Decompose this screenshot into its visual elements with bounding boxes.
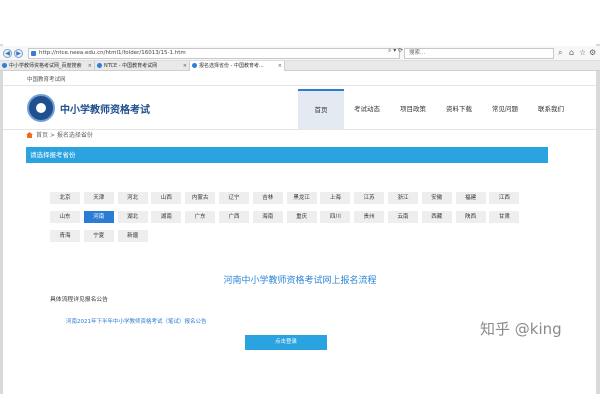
province-button[interactable]: 甘肃 bbox=[489, 211, 520, 223]
close-icon[interactable]: × bbox=[278, 61, 282, 71]
flow-subtitle: 具体流程详见报名公告 bbox=[50, 297, 108, 303]
tab-bar: 中小学教师资格考试网_百度搜索 × NTCE - 中国教育考试网 × 报名选择省… bbox=[0, 61, 600, 71]
site-title: 中小学教师资格考试 bbox=[60, 105, 150, 116]
login-button[interactable]: 点击登录 bbox=[245, 335, 327, 350]
home-breadcrumb-icon bbox=[26, 132, 33, 138]
province-button[interactable]: 安徽 bbox=[421, 192, 452, 204]
url-text: http://ntce.neea.edu.cn/html1/folder/160… bbox=[39, 50, 186, 56]
close-icon[interactable]: × bbox=[183, 61, 187, 71]
province-button[interactable]: 宁夏 bbox=[83, 230, 114, 242]
tab-favicon-icon bbox=[192, 63, 197, 68]
province-button[interactable]: 陕西 bbox=[455, 211, 486, 223]
address-bar: ◀ ▶ http://ntce.neea.edu.cn/html1/folder… bbox=[0, 46, 600, 61]
province-button[interactable]: 山东 bbox=[50, 211, 80, 223]
province-button[interactable]: 四川 bbox=[320, 211, 351, 223]
home-icon[interactable]: ⌂ bbox=[569, 48, 574, 58]
nav-exam-news[interactable]: 考试动态 bbox=[344, 89, 390, 129]
province-button[interactable]: 新疆 bbox=[117, 230, 148, 242]
nav-downloads[interactable]: 资料下载 bbox=[436, 89, 482, 129]
site-favicon-icon bbox=[31, 51, 36, 56]
nav-home[interactable]: 首页 bbox=[298, 89, 344, 129]
forward-icon[interactable]: ▶ bbox=[14, 49, 23, 58]
tab-favicon-icon bbox=[2, 63, 7, 68]
province-button[interactable]: 湖北 bbox=[117, 211, 148, 223]
province-button[interactable]: 广东 bbox=[185, 211, 216, 223]
province-button[interactable]: 吉林 bbox=[252, 192, 283, 204]
province-button[interactable]: 内蒙古 bbox=[185, 192, 216, 204]
province-button[interactable]: 广西 bbox=[219, 211, 249, 223]
province-button[interactable]: 浙江 bbox=[388, 192, 418, 204]
province-button[interactable]: 湖南 bbox=[151, 211, 182, 223]
url-tools[interactable]: ⌕ ▾ ⟳ bbox=[388, 46, 403, 55]
province-button[interactable]: 青海 bbox=[50, 230, 80, 242]
nav-contact[interactable]: 联系我们 bbox=[528, 89, 574, 129]
top-link-neea[interactable]: 中国教育考试网 bbox=[27, 75, 66, 83]
back-icon[interactable]: ◀ bbox=[3, 49, 12, 58]
breadcrumb-text[interactable]: 首页 > 报名选择省份 bbox=[36, 132, 93, 139]
province-button[interactable]: 黑龙江 bbox=[286, 192, 317, 204]
tab-ntce[interactable]: NTCE - 中国教育考试网 × bbox=[95, 61, 190, 71]
province-button[interactable]: 云南 bbox=[388, 211, 418, 223]
tab-baidu-search[interactable]: 中小学教师资格考试网_百度搜索 × bbox=[0, 61, 95, 71]
nav-faq[interactable]: 常见问题 bbox=[482, 89, 528, 129]
province-button[interactable]: 海南 bbox=[252, 211, 283, 223]
gear-icon[interactable]: ⚙ bbox=[589, 48, 596, 58]
province-button[interactable]: 江西 bbox=[489, 192, 520, 204]
province-button[interactable]: 河南 bbox=[83, 211, 114, 223]
province-button[interactable]: 福建 bbox=[455, 192, 486, 204]
site-header: 中小学教师资格考试 首页 考试动态 项目政策 资料下载 常见问题 联系我们 bbox=[3, 86, 596, 130]
section-title-bar: 请选择报考省份 bbox=[26, 147, 548, 163]
province-button[interactable]: 重庆 bbox=[286, 211, 317, 223]
url-input[interactable]: http://ntce.neea.edu.cn/html1/folder/160… bbox=[28, 48, 400, 59]
province-button[interactable]: 上海 bbox=[320, 192, 351, 204]
province-button[interactable]: 北京 bbox=[50, 192, 80, 204]
nav-policies[interactable]: 项目政策 bbox=[390, 89, 436, 129]
favorites-star-icon[interactable]: ☆ bbox=[579, 48, 586, 58]
province-button[interactable]: 西藏 bbox=[421, 211, 452, 223]
flow-title: 河南中小学教师资格考试网上报名流程 bbox=[223, 276, 377, 286]
province-button[interactable]: 辽宁 bbox=[219, 192, 249, 204]
site-topbar: 中国教育考试网 bbox=[3, 71, 596, 86]
notice-link[interactable]: 河南2021年下半年中小学教师资格考试（笔试）报名公告 bbox=[66, 317, 207, 325]
logo-emblem-icon bbox=[27, 94, 55, 122]
province-button[interactable]: 贵州 bbox=[354, 211, 385, 223]
browser-search-input[interactable]: 搜索... bbox=[404, 48, 554, 59]
window-frame-right bbox=[596, 44, 600, 394]
breadcrumb: 首页 > 报名选择省份 bbox=[26, 132, 93, 140]
search-icon[interactable]: ⌕ bbox=[558, 48, 562, 58]
province-button[interactable]: 山西 bbox=[151, 192, 182, 204]
tab-select-province[interactable]: 报名选择省份 - 中国教育考... × bbox=[190, 61, 285, 71]
province-button[interactable]: 河北 bbox=[117, 192, 148, 204]
close-icon[interactable]: × bbox=[88, 61, 92, 71]
tab-favicon-icon bbox=[97, 63, 102, 68]
province-button[interactable]: 天津 bbox=[83, 192, 114, 204]
province-button[interactable]: 江苏 bbox=[354, 192, 385, 204]
watermark: 知乎 @king bbox=[480, 320, 562, 338]
